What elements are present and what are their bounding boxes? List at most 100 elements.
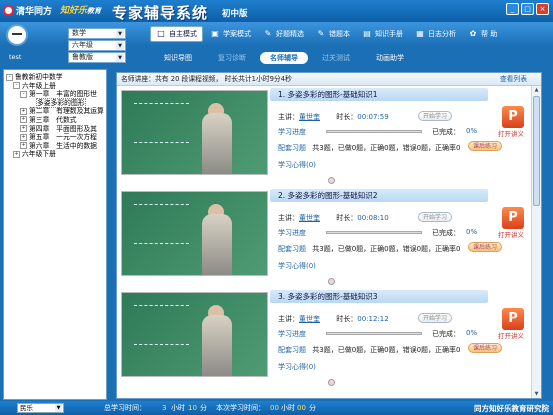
notes-toggle[interactable] — [320, 176, 335, 184]
grade-select[interactable]: 六年级 ▼ — [68, 40, 126, 51]
review-practice-button[interactable]: 课后练习 — [468, 141, 503, 151]
expand-icon[interactable]: + — [20, 116, 27, 124]
tongfang-logo: 清华同方 — [3, 4, 52, 17]
video-thumbnail[interactable] — [121, 191, 268, 276]
collapse-icon[interactable]: - — [20, 90, 27, 98]
open-handout-button[interactable]: P 打开讲义 — [498, 207, 526, 241]
teacher-row: 主讲：董世奎 时长：00:08:10 — [278, 213, 389, 223]
tree-item[interactable]: + 第三章 代数式 — [6, 116, 104, 125]
tree-item[interactable]: - 鲁教新初中数学 — [6, 73, 104, 82]
notes-label: 学习心得(0) — [278, 161, 316, 169]
toolbar-button-4[interactable]: ▤ 知识手册 — [357, 26, 408, 42]
video-thumbnail[interactable] — [121, 292, 268, 377]
toolbar-icon: ✎ — [317, 29, 325, 38]
exercise-label: 配套习题 — [278, 144, 306, 152]
publisher-select[interactable]: 鲁教版 ▼ — [68, 52, 126, 63]
exercise-label: 配套习题 — [278, 245, 306, 253]
teacher-name[interactable]: 董世奎 — [299, 214, 320, 222]
content-tabs: 知识导图 复习诊断 名师辅导 过关测试 动画助学 — [146, 50, 540, 66]
toolbar-button-0[interactable]: □ 自主模式 — [150, 26, 203, 42]
course-title[interactable]: 1. 多姿多彩的图形-基础知识1 — [270, 88, 488, 101]
tree-item[interactable]: - 六年级上册 — [6, 82, 104, 91]
collapse-icon[interactable]: - — [13, 82, 20, 90]
toolbar-icon: ✿ — [469, 29, 477, 38]
toolbar-label: 好题精选 — [276, 30, 304, 38]
status-select[interactable]: 民乐 ▼ — [17, 403, 64, 413]
status-select-value: 民乐 — [20, 404, 33, 412]
tree-item[interactable]: + 第四章 平面图形及其 — [6, 125, 104, 134]
scroll-up-icon[interactable]: ▲ — [532, 86, 541, 95]
collapse-icon[interactable]: - — [6, 73, 13, 81]
course-info: 2. 多姿多彩的图形-基础知识2 主讲：董世奎 时长：00:08:10 开始学习… — [270, 189, 532, 285]
duration-label: 时长： — [336, 315, 358, 323]
total-minutes: 10 — [188, 404, 197, 412]
start-study-button[interactable]: 开始学习 — [418, 111, 453, 121]
review-practice-button[interactable]: 课后练习 — [468, 343, 503, 353]
course-title[interactable]: 3. 多姿多彩的图形-基础知识3 — [270, 290, 488, 303]
open-handout-label: 打开讲义 — [498, 130, 524, 138]
progress-label: 学习进度 — [278, 330, 306, 338]
tree-item[interactable]: + 六年级下册 — [6, 150, 104, 159]
duration-value: 00:08:10 — [357, 214, 389, 222]
user-label: test — [9, 53, 22, 61]
note-icon — [328, 277, 335, 285]
title-bar: 清华同方 知好乐教育 专家辅导系统 初中版 _ □ × — [0, 0, 553, 22]
note-icon — [328, 176, 335, 184]
minimize-button[interactable]: _ — [506, 3, 519, 15]
lecture-panel: 名师讲座：共有 20 段课程视频， 时长共计1小时9分4秒 查看列表 1. 多姿… — [116, 72, 542, 399]
progress-bar — [326, 332, 422, 335]
expand-icon[interactable]: + — [13, 150, 20, 158]
tab-2[interactable]: 名师辅导 — [260, 52, 308, 64]
toolbar-button-1[interactable]: ▣ 学案模式 — [205, 26, 256, 42]
toolbar-button-6[interactable]: ✿ 帮 助 — [463, 26, 502, 42]
tab-3[interactable]: 过关测试 — [312, 52, 360, 64]
toolbar-icon: ▣ — [211, 29, 219, 38]
board-writing — [134, 305, 189, 345]
tree-item-label: 第六章 生活中的数据 — [29, 141, 97, 150]
expand-icon[interactable]: + — [20, 125, 27, 133]
teacher-row: 主讲：董世奎 时长：00:12:12 — [278, 314, 389, 324]
tree-item-label: 第四章 平面图形及其 — [29, 124, 97, 133]
close-button[interactable]: × — [536, 3, 549, 15]
toolbar-button-3[interactable]: ✎ 错题本 — [311, 26, 355, 42]
notes-toggle[interactable] — [320, 277, 335, 285]
maximize-button[interactable]: □ — [521, 3, 534, 15]
toolbar-button-2[interactable]: ✎ 好题精选 — [258, 26, 309, 42]
expand-icon[interactable]: + — [20, 133, 27, 141]
tree-item[interactable]: + 第二章 有理数及其运算 — [6, 107, 104, 116]
open-handout-button[interactable]: P 打开讲义 — [498, 106, 526, 140]
scroll-down-icon[interactable]: ▼ — [532, 390, 541, 398]
toolbar-button-5[interactable]: ▦ 日志分析 — [410, 26, 461, 42]
session-minutes: 00 — [297, 404, 306, 412]
scroll-thumb[interactable] — [533, 96, 540, 206]
start-study-button[interactable]: 开始学习 — [418, 313, 453, 323]
scrollbar[interactable]: ▲ ▼ — [531, 86, 541, 398]
tree-item[interactable]: + 第五章 一元一次方程 — [6, 133, 104, 142]
expand-icon[interactable]: + — [20, 142, 27, 150]
session-hours: 00 — [270, 404, 279, 412]
logo2-suffix: 教育 — [87, 7, 102, 15]
subject-select[interactable]: 数学 ▼ — [68, 28, 126, 39]
notes-link[interactable]: 学习心得(0) — [278, 362, 316, 372]
tab-1[interactable]: 复习诊断 — [208, 52, 256, 64]
chevron-down-icon: ▼ — [55, 404, 62, 412]
teacher-label: 主讲： — [278, 214, 299, 222]
review-practice-button[interactable]: 课后练习 — [468, 242, 503, 252]
tab-0[interactable]: 知识导图 — [154, 52, 202, 64]
teacher-name[interactable]: 董世奎 — [299, 315, 320, 323]
lecture-summary: 名师讲座：共有 20 段课程视频， 时长共计1小时9分4秒 — [121, 75, 292, 83]
expand-icon[interactable]: + — [20, 107, 27, 115]
exercise-row: 配套习题 共3题，已做0题，正确0题，错误0题，正确率0 — [278, 143, 461, 153]
tab-4[interactable]: 动画助学 — [366, 52, 414, 64]
open-handout-button[interactable]: P 打开讲义 — [498, 308, 526, 342]
app-title: 专家辅导系统 — [112, 4, 209, 22]
video-thumbnail[interactable] — [121, 90, 268, 175]
start-study-button[interactable]: 开始学习 — [418, 212, 453, 222]
teacher-name[interactable]: 董世奎 — [299, 113, 320, 121]
course-title[interactable]: 2. 多姿多彩的图形-基础知识2 — [270, 189, 488, 202]
done-label: 已完成： — [432, 128, 460, 136]
notes-link[interactable]: 学习心得(0) — [278, 261, 316, 271]
notes-link[interactable]: 学习心得(0) — [278, 160, 316, 170]
notes-toggle[interactable] — [320, 378, 335, 386]
view-list-link[interactable]: 查看列表 — [500, 73, 527, 86]
